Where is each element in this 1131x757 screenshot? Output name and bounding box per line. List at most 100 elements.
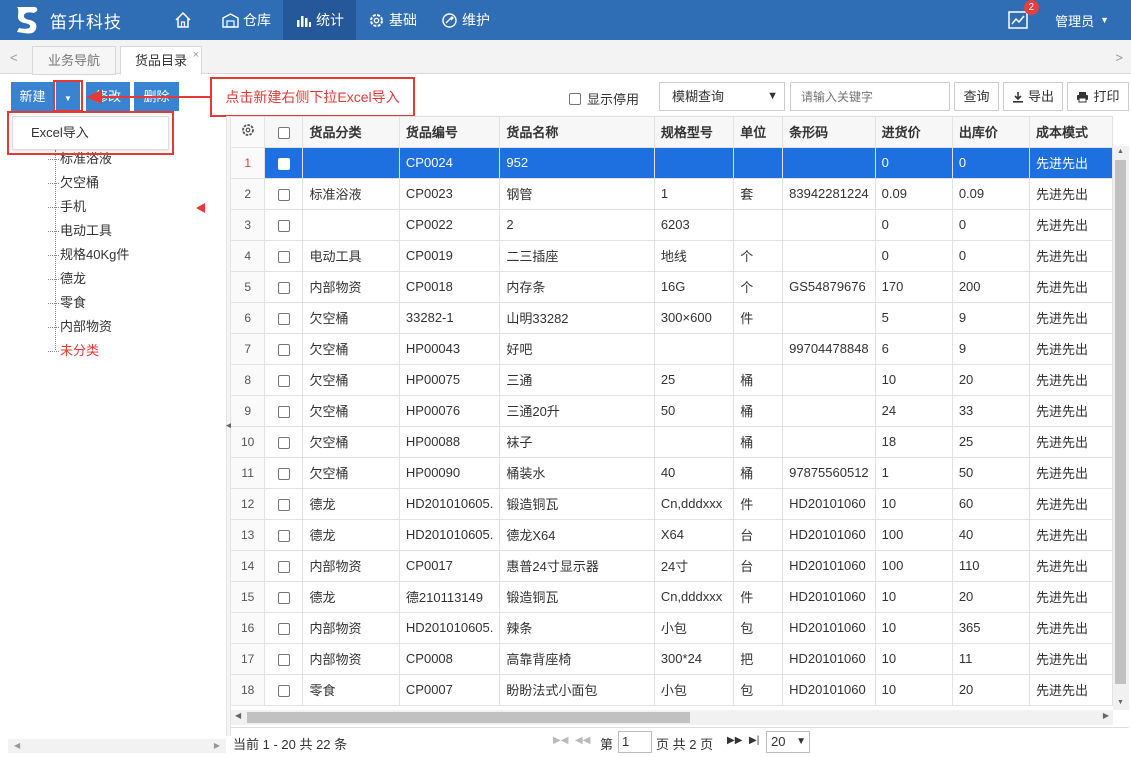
- table-row[interactable]: 3 CP0022 2 6203 0 0 先进先出: [231, 209, 1113, 241]
- scroll-thumb[interactable]: [1115, 160, 1126, 684]
- row-select-cell[interactable]: [264, 364, 304, 396]
- search-mode-select[interactable]: 模糊查询 ▼: [659, 82, 785, 111]
- table-row[interactable]: 15 德龙 德210113149 锻造铜瓦 Cn,dddxxx 件 HD20101060 10…: [231, 581, 1113, 613]
- row-checkbox[interactable]: [277, 219, 290, 232]
- tab-goods-catalog[interactable]: 货品目录 ×: [120, 46, 202, 75]
- next-page-icon[interactable]: ▶▶: [727, 735, 742, 746]
- select-all-checkbox[interactable]: [277, 126, 290, 139]
- row-checkbox[interactable]: [277, 188, 290, 201]
- scroll-up-icon[interactable]: ▲: [1117, 148, 1124, 155]
- row-checkbox[interactable]: [277, 312, 290, 325]
- row-select-cell[interactable]: [264, 302, 304, 334]
- row-select-cell[interactable]: [264, 488, 304, 520]
- row-select-cell[interactable]: [264, 457, 304, 489]
- row-select-cell[interactable]: [264, 519, 304, 551]
- row-select-cell[interactable]: [264, 147, 304, 179]
- table-row[interactable]: 13 德龙 HD201010605. 德龙X64 X64 台 HD20101060 100 40…: [231, 519, 1113, 551]
- table-row[interactable]: 16 内部物资 HD201010605. 辣条 小包包 HD20101060 10 365 先进…: [231, 612, 1113, 644]
- row-checkbox[interactable]: [277, 343, 290, 356]
- row-select-cell[interactable]: [264, 333, 304, 365]
- nav-home[interactable]: [160, 0, 210, 40]
- column-header[interactable]: 单位: [733, 117, 784, 148]
- scroll-down-icon[interactable]: ▼: [1117, 699, 1124, 706]
- scroll-right-icon[interactable]: ▶: [214, 739, 220, 753]
- first-page-icon[interactable]: ▶◀: [553, 735, 568, 746]
- new-button[interactable]: 新建: [11, 82, 54, 111]
- column-header[interactable]: 规格型号: [654, 117, 735, 148]
- tree-item[interactable]: 欠空桶: [48, 173, 99, 193]
- nav-warehouse[interactable]: 仓库: [210, 0, 283, 40]
- tree-item[interactable]: 内部物资: [48, 317, 112, 337]
- column-header[interactable]: 货品名称: [499, 117, 655, 148]
- nav-maintenance[interactable]: 维护: [429, 0, 502, 40]
- table-row[interactable]: 11 欠空桶 HP00090 桶装水 40 桶 97875560512 1 50 先进先出: [231, 457, 1113, 489]
- table-row[interactable]: 17 内部物资 CP0008 高靠背座椅 300*24 把 HD20101060 10 11 先进…: [231, 643, 1113, 675]
- row-checkbox[interactable]: [277, 250, 290, 263]
- prev-page-icon[interactable]: ◀◀: [575, 735, 590, 746]
- row-checkbox[interactable]: [277, 157, 290, 170]
- row-select-cell[interactable]: [264, 426, 304, 458]
- page-input[interactable]: 1: [618, 731, 652, 753]
- row-select-cell[interactable]: [264, 674, 304, 706]
- table-row[interactable]: 4 电动工具 CP0019 二三插座 地线个 0 0 先进先出: [231, 240, 1113, 272]
- row-checkbox[interactable]: [277, 622, 290, 635]
- select-all-cell[interactable]: [264, 117, 304, 148]
- row-checkbox[interactable]: [277, 498, 290, 511]
- column-header[interactable]: 条形码: [782, 117, 876, 148]
- row-checkbox[interactable]: [277, 405, 290, 418]
- user-menu[interactable]: 管理员 ▼: [1055, 11, 1109, 30]
- table-row[interactable]: 12 德龙 HD201010605. 锻造铜瓦 Cn,dddxxx 件 HD20101060…: [231, 488, 1113, 520]
- nav-statistics[interactable]: 统计: [283, 0, 356, 40]
- table-row[interactable]: 10 欠空桶 HP00088 袜子 桶 18 25 先进先出: [231, 426, 1113, 458]
- checkbox-box[interactable]: [569, 92, 581, 105]
- export-button[interactable]: 导出: [1003, 82, 1063, 111]
- tab-business-nav[interactable]: 业务导航: [32, 46, 116, 75]
- table-row[interactable]: 6 欠空桶 33282-1 山明33282 300×600 件 5 9 先进先出: [231, 302, 1113, 334]
- scroll-right-icon[interactable]: ▶: [1103, 711, 1109, 720]
- table-row[interactable]: 14 内部物资 CP0017 惠普24寸显示器 24寸台 HD20101060 100 110…: [231, 550, 1113, 582]
- column-settings-cell[interactable]: [231, 117, 266, 148]
- row-checkbox[interactable]: [277, 374, 290, 387]
- row-checkbox[interactable]: [277, 560, 290, 573]
- show-disabled-checkbox[interactable]: 显示停用: [569, 89, 639, 108]
- tree-item[interactable]: 手机: [48, 197, 86, 217]
- column-header[interactable]: 成本模式: [1029, 117, 1113, 148]
- row-select-cell[interactable]: [264, 178, 304, 210]
- gear-icon[interactable]: [241, 123, 255, 137]
- table-row[interactable]: 9 欠空桶 HP00076 三通20升 50 桶 24 33 先进先出: [231, 395, 1113, 427]
- table-row[interactable]: 7 欠空桶 HP00043 好吧 99704478848 6 9 先进先出: [231, 333, 1113, 365]
- tree-horizontal-scrollbar[interactable]: ◀ ▶: [8, 739, 226, 753]
- row-select-cell[interactable]: [264, 240, 304, 272]
- query-button[interactable]: 查询: [954, 82, 999, 111]
- table-row[interactable]: 18 零食 CP0007 盼盼法式小面包 小包包 HD20101060 10 20 先进先出: [231, 674, 1113, 706]
- scroll-left-icon[interactable]: ◀: [235, 711, 241, 720]
- row-checkbox[interactable]: [277, 684, 290, 697]
- column-header[interactable]: 进货价: [875, 117, 953, 148]
- tree-item[interactable]: 零食: [48, 293, 86, 313]
- row-checkbox[interactable]: [277, 467, 290, 480]
- search-input[interactable]: [790, 82, 950, 111]
- tab-scroll-left-icon[interactable]: <: [10, 50, 18, 65]
- table-row[interactable]: 8 欠空桶 HP00075 三通 25 桶 10 20 先进先出: [231, 364, 1113, 396]
- scroll-left-icon[interactable]: ◀: [14, 739, 20, 753]
- row-checkbox[interactable]: [277, 529, 290, 542]
- row-select-cell[interactable]: [264, 395, 304, 427]
- tree-item[interactable]: 德龙: [48, 269, 86, 289]
- row-checkbox[interactable]: [277, 653, 290, 666]
- row-checkbox[interactable]: [277, 281, 290, 294]
- row-checkbox[interactable]: [277, 591, 290, 604]
- notification-button[interactable]: 2: [1007, 0, 1040, 31]
- column-header[interactable]: 出库价: [952, 117, 1030, 148]
- row-select-cell[interactable]: [264, 209, 304, 241]
- table-row[interactable]: 1 CP0024 952 0 0 先进先出: [231, 147, 1113, 179]
- column-header[interactable]: 货品编号: [399, 117, 501, 148]
- row-select-cell[interactable]: [264, 581, 304, 613]
- tab-scroll-right-icon[interactable]: >: [1115, 50, 1123, 65]
- page-size-select[interactable]: 20 ▼: [766, 731, 810, 753]
- tree-item-uncategorized[interactable]: 未分类: [48, 341, 99, 361]
- table-row[interactable]: 5 内部物资 CP0018 内存条 16G 个 GS54879676 170 200 先进先出: [231, 271, 1113, 303]
- row-select-cell[interactable]: [264, 612, 304, 644]
- column-header[interactable]: 货品分类: [302, 117, 400, 148]
- grid-horizontal-scrollbar[interactable]: ◀ ▶: [231, 710, 1113, 725]
- row-select-cell[interactable]: [264, 643, 304, 675]
